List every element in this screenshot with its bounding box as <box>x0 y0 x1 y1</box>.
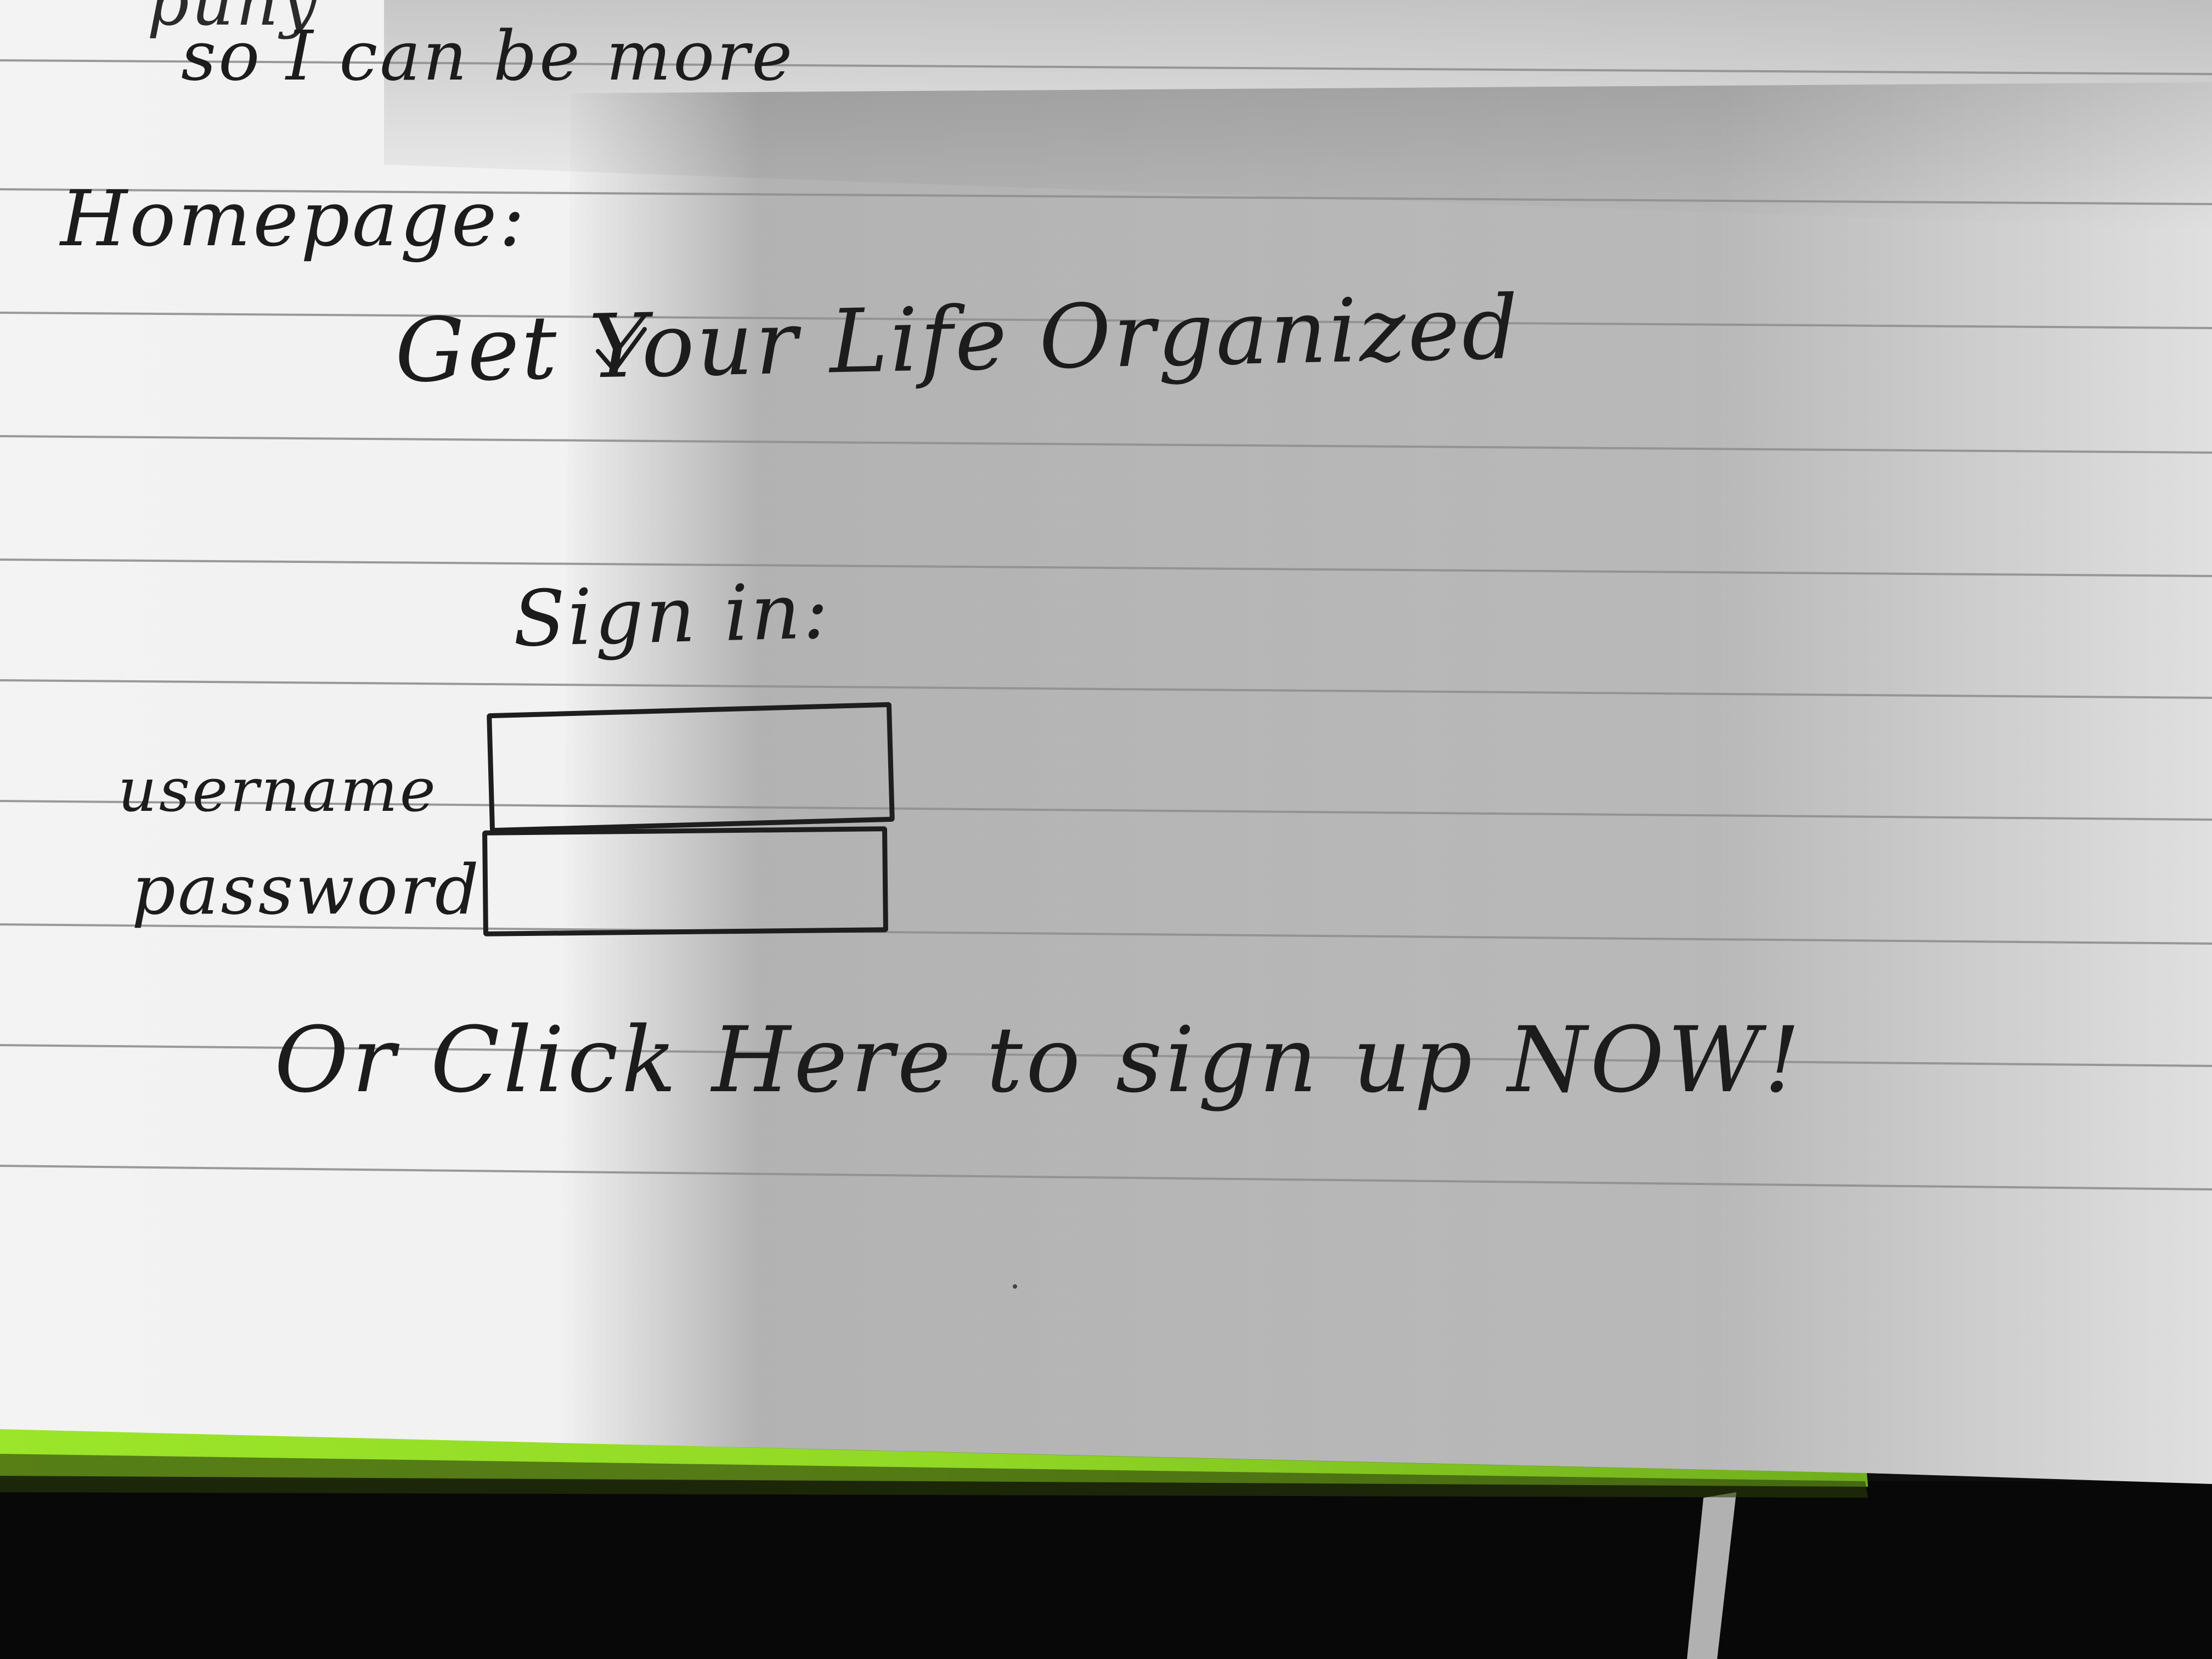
username-label: username <box>118 755 438 825</box>
sign-in-label: Sign in: <box>511 566 832 664</box>
tagline: Get Your Life Organized <box>394 276 1521 402</box>
laptop-edge <box>0 1481 2212 1659</box>
password-box-sketch <box>482 826 888 936</box>
homepage-label: Homepage: <box>60 174 527 264</box>
signup-prompt: Or Click Here to sign up NOW! <box>274 1007 1804 1113</box>
username-box-sketch <box>487 702 895 833</box>
ink-speck <box>1013 1284 1017 1289</box>
notebook-photo: puny so I can be more Homepage: Get Your… <box>0 0 2212 1659</box>
top-note-line: so I can be more <box>181 16 795 96</box>
password-label: password <box>132 850 481 930</box>
